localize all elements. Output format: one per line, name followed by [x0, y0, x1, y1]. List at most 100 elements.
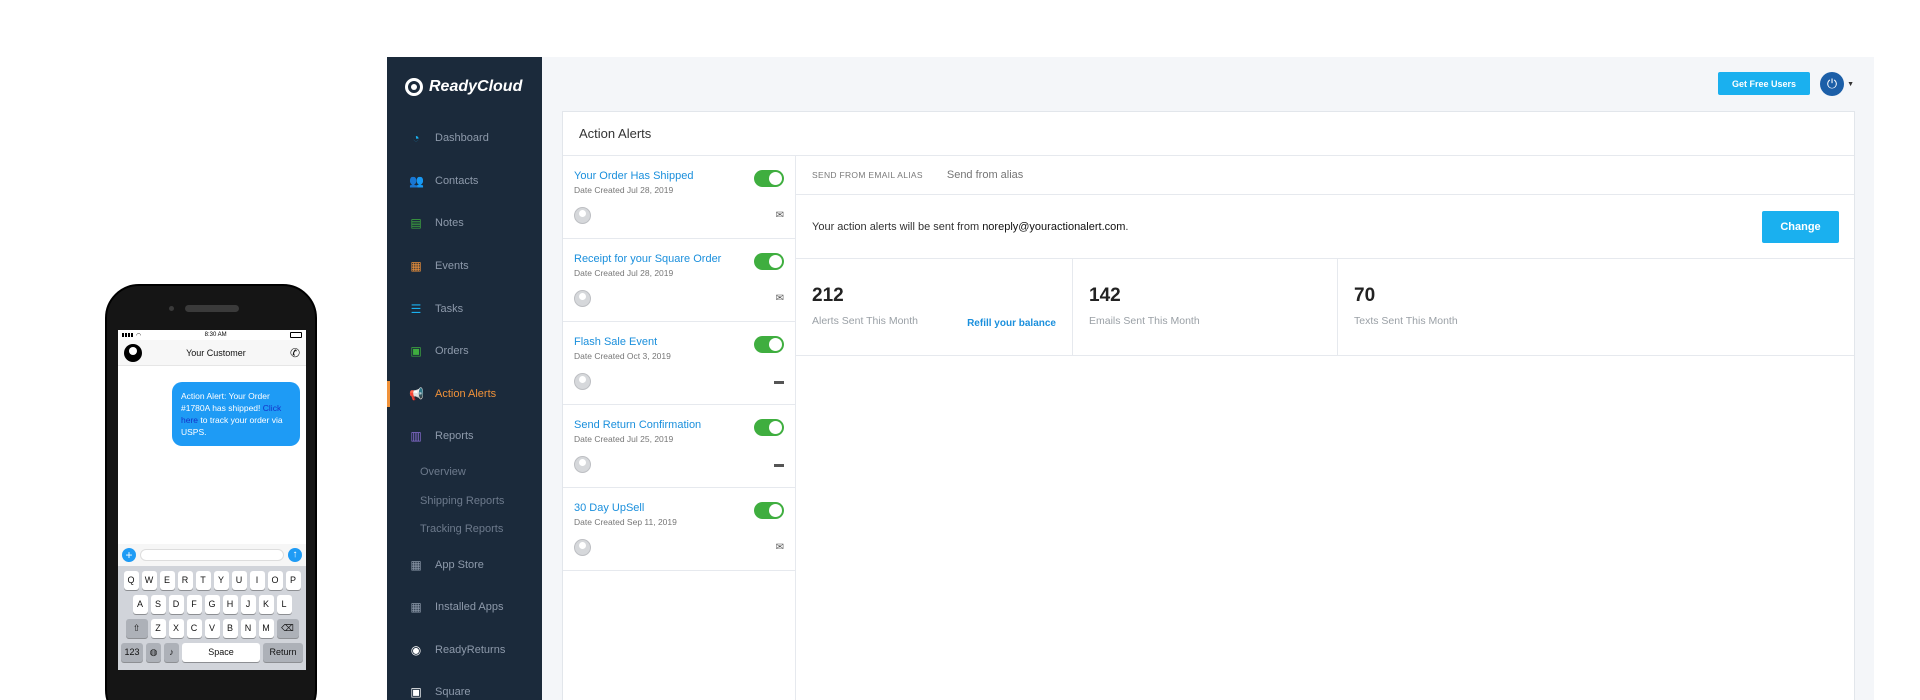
wifi-icon: ◠ [136, 332, 142, 339]
alert-list-item[interactable]: Flash Sale Event Date Created Oct 3, 2019… [563, 322, 795, 405]
battery-icon [289, 332, 302, 338]
alert-enabled-toggle[interactable] [754, 253, 784, 270]
numbers-key[interactable]: 123 [121, 643, 143, 662]
app-store-icon: ▦ [410, 557, 422, 572]
backspace-icon[interactable]: ⌫ [276, 619, 299, 638]
sidebar-item-tasks[interactable]: ☰ Tasks [387, 287, 542, 330]
get-free-users-button[interactable]: Get Free Users [1718, 72, 1810, 95]
avatar-icon [574, 456, 591, 473]
key-q[interactable]: Q [123, 571, 139, 590]
square-icon: ▣ [410, 685, 422, 700]
brand-logo[interactable]: ReadyCloud [387, 57, 542, 117]
key-v[interactable]: V [204, 619, 220, 638]
key-r[interactable]: R [177, 571, 193, 590]
chat-header: Your Customer ✆ [118, 340, 306, 366]
nav-main: ◔ Dashboard 👥 Contacts ▤ Notes ▦ Events ☰ Tasks ▣ O… [387, 117, 542, 458]
sidebar-item-app-store[interactable]: ▦ App Store [387, 543, 542, 586]
key-f[interactable]: F [186, 595, 202, 614]
app-window: ReadyCloud ◔ Dashboard 👥 Contacts ▤ Notes ▦ Eve… [387, 57, 1874, 700]
send-arrow-icon[interactable]: ↑ [288, 548, 302, 562]
key-n[interactable]: N [240, 619, 256, 638]
sidebar-item-contacts[interactable]: 👥 Contacts [387, 160, 542, 203]
key-k[interactable]: K [258, 595, 274, 614]
key-d[interactable]: D [168, 595, 184, 614]
alias-input[interactable] [946, 169, 1247, 181]
chevron-down-icon[interactable]: ▼ [1847, 81, 1854, 88]
alert-list-item[interactable]: Receipt for your Square Order Date Create… [563, 239, 795, 322]
key-w[interactable]: W [141, 571, 157, 590]
power-icon[interactable]: ⏻ [1820, 72, 1844, 96]
message-input[interactable] [140, 549, 284, 561]
key-s[interactable]: S [150, 595, 166, 614]
space-key[interactable]: Space [182, 643, 260, 662]
key-l[interactable]: L [276, 595, 292, 614]
sidebar-item-reports[interactable]: ▥ Reports [387, 415, 542, 458]
alert-name[interactable]: Receipt for your Square Order [574, 253, 784, 265]
key-h[interactable]: H [222, 595, 238, 614]
sidebar-item-action-alerts[interactable]: 📢 Action Alerts [387, 373, 542, 416]
sidebar-item-label: Contacts [435, 174, 479, 187]
sidebar-item-dashboard[interactable]: ◔ Dashboard [387, 117, 542, 160]
key-u[interactable]: U [231, 571, 247, 590]
alert-name[interactable]: Your Order Has Shipped [574, 170, 784, 182]
globe-icon[interactable]: ◍ [146, 643, 161, 662]
microphone-icon[interactable]: ♪ [164, 643, 179, 662]
alert-name[interactable]: 30 Day UpSell [574, 502, 784, 514]
events-icon: ▦ [410, 259, 422, 274]
sidebar-subitem-shipping-reports[interactable]: Shipping Reports [387, 486, 542, 515]
key-j[interactable]: J [240, 595, 256, 614]
add-attachment-icon[interactable]: + [122, 548, 136, 562]
shift-icon[interactable]: ⇧ [125, 619, 148, 638]
key-x[interactable]: X [168, 619, 184, 638]
key-o[interactable]: O [267, 571, 283, 590]
sender-row: Your action alerts will be sent from nor… [796, 195, 1854, 259]
alert-name[interactable]: Flash Sale Event [574, 336, 784, 348]
sidebar-item-events[interactable]: ▦ Events [387, 245, 542, 288]
sidebar-item-orders[interactable]: ▣ Orders [387, 330, 542, 373]
alert-enabled-toggle[interactable] [754, 502, 784, 519]
reports-icon: ▥ [410, 429, 422, 444]
sidebar-item-square[interactable]: ▣ Square [387, 671, 542, 700]
key-e[interactable]: E [159, 571, 175, 590]
orders-icon: ▣ [410, 344, 422, 359]
key-t[interactable]: T [195, 571, 211, 590]
change-button[interactable]: Change [1762, 211, 1839, 243]
key-m[interactable]: M [258, 619, 274, 638]
phone-call-icon[interactable]: ✆ [290, 346, 300, 360]
sidebar-subitem-overview[interactable]: Overview [387, 458, 542, 487]
key-c[interactable]: C [186, 619, 202, 638]
sidebar-item-notes[interactable]: ▤ Notes [387, 202, 542, 245]
sidebar-subitem-tracking-reports[interactable]: Tracking Reports [387, 515, 542, 544]
key-z[interactable]: Z [150, 619, 166, 638]
key-g[interactable]: G [204, 595, 220, 614]
key-p[interactable]: P [285, 571, 301, 590]
keyboard: + ↑ QWERTYUIOP ASDFGHJKL ⇧ ZXCVBNM ⌫ 123… [118, 544, 306, 670]
phone-top [107, 286, 315, 330]
sidebar-item-label: Tasks [435, 302, 464, 315]
alert-list-item[interactable]: Send Return Confirmation Date Created Jul… [563, 405, 795, 488]
alert-list-item[interactable]: Your Order Has Shipped Date Created Jul 2… [563, 156, 795, 239]
sidebar-item-label: Orders [435, 345, 469, 358]
sidebar-item-label: Action Alerts [435, 387, 497, 400]
sidebar-item-readyreturns[interactable]: ◉ ReadyReturns [387, 628, 542, 671]
key-y[interactable]: Y [213, 571, 229, 590]
alert-list-item[interactable]: 30 Day UpSell Date Created Sep 11, 2019 ✉ [563, 488, 795, 571]
sidebar-item-label: ReadyReturns [435, 643, 506, 656]
alert-name[interactable]: Send Return Confirmation [574, 419, 784, 431]
stats-row: 212 Alerts Sent This Month Refill your b… [796, 259, 1854, 356]
message-input-row: + ↑ [118, 544, 306, 566]
refill-balance-link[interactable]: Refill your balance [967, 318, 1056, 329]
return-key[interactable]: Return [263, 643, 303, 662]
alert-enabled-toggle[interactable] [754, 170, 784, 187]
alert-date: Date Created Jul 28, 2019 [574, 268, 674, 278]
alert-enabled-toggle[interactable] [754, 419, 784, 436]
alert-date: Date Created Oct 3, 2019 [574, 351, 671, 361]
keyboard-row-1: QWERTYUIOP [118, 571, 306, 590]
sidebar-item-label: Events [435, 260, 469, 273]
key-i[interactable]: I [249, 571, 265, 590]
key-a[interactable]: A [132, 595, 148, 614]
signal-icon [122, 333, 134, 337]
alert-enabled-toggle[interactable] [754, 336, 784, 353]
key-b[interactable]: B [222, 619, 238, 638]
sidebar-item-installed-apps[interactable]: ▦ Installed Apps [387, 586, 542, 629]
